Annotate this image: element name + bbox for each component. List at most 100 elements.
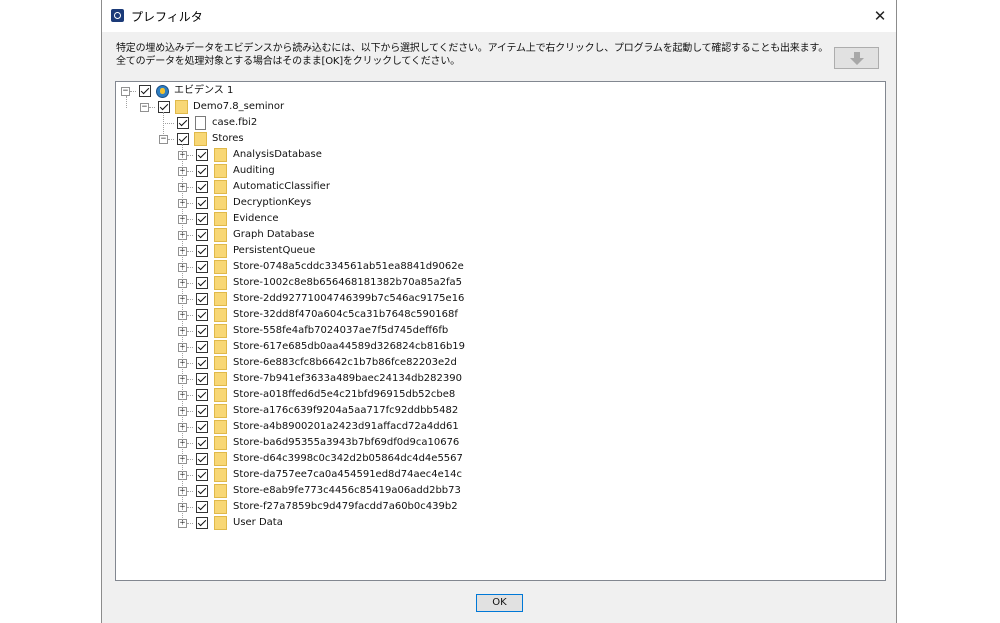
store-item-label: Store-ba6d95355a3943b7bf69df0d9ca10676: [233, 437, 460, 448]
store-item-label: AutomaticClassifier: [233, 181, 330, 192]
store-item-checkbox[interactable]: [196, 309, 208, 321]
tree-node-store-item[interactable]: + Store-6e883cfc8b6642c1b7b86fce82203e2d: [176, 355, 496, 371]
folder-icon: [214, 388, 227, 402]
store-item-checkbox[interactable]: [196, 165, 208, 177]
store-item-label: Auditing: [233, 165, 275, 176]
collapse-icon[interactable]: −: [121, 87, 130, 96]
store-item-checkbox[interactable]: [196, 229, 208, 241]
store-item-label: Graph Database: [233, 229, 315, 240]
store-item-checkbox[interactable]: [196, 325, 208, 337]
folder-icon: [214, 212, 227, 226]
prefilter-dialog: プレフィルタ ✕ 特定の埋め込みデータをエビデンスから読み込むには、以下から選択…: [101, 0, 897, 623]
collapse-icon[interactable]: −: [140, 103, 149, 112]
tree-node-store-item[interactable]: + DecryptionKeys: [176, 195, 496, 211]
tree-node-store-item[interactable]: + AnalysisDatabase: [176, 147, 496, 163]
tree-node-store-item[interactable]: + Store-1002c8e8b656468181382b70a85a2fa5: [176, 275, 496, 291]
store-item-checkbox[interactable]: [196, 213, 208, 225]
tree-node-case-file[interactable]: case.fbi2: [157, 115, 457, 131]
tree-node-store-item[interactable]: + Graph Database: [176, 227, 496, 243]
tree-node-store-item[interactable]: + Store-f27a7859bc9d479facdd7a60b0c439b2: [176, 499, 496, 515]
instructions: 特定の埋め込みデータをエビデンスから読み込むには、以下から選択してください。アイ…: [116, 42, 828, 68]
store-item-checkbox[interactable]: [196, 197, 208, 209]
folder-icon: [214, 500, 227, 514]
folder-icon: [214, 196, 227, 210]
folder-icon: [214, 484, 227, 498]
tree-node-store-item[interactable]: + Store-7b941ef3633a489baec24134db282390: [176, 371, 496, 387]
store-item-checkbox[interactable]: [196, 437, 208, 449]
tree-node-root[interactable]: − エビデンス 1: [119, 83, 419, 99]
tree-node-store-item[interactable]: + AutomaticClassifier: [176, 179, 496, 195]
store-item-checkbox[interactable]: [196, 261, 208, 273]
import-button[interactable]: [834, 47, 879, 69]
store-item-label: Store-d64c3998c0c342d2b05864dc4d4e5567: [233, 453, 463, 464]
store-item-checkbox[interactable]: [196, 405, 208, 417]
store-item-checkbox[interactable]: [196, 293, 208, 305]
folder-icon: [175, 100, 188, 114]
folder-icon: [214, 308, 227, 322]
tree-node-store-item[interactable]: + Store-e8ab9fe773c4456c85419a06add2bb73: [176, 483, 496, 499]
tree-node-store-item[interactable]: + Store-a018ffed6d5e4c21bfd96915db52cbe8: [176, 387, 496, 403]
store-item-checkbox[interactable]: [196, 517, 208, 529]
store-item-checkbox[interactable]: [196, 341, 208, 353]
folder-icon: [214, 452, 227, 466]
store-item-checkbox[interactable]: [196, 373, 208, 385]
tree-node-store-item[interactable]: + Store-a176c639f9204a5aa717fc92ddbb5482: [176, 403, 496, 419]
instruction-line-2: 全てのデータを処理対象とする場合はそのまま[OK]をクリックしてください。: [116, 56, 460, 67]
tree-node-store-item[interactable]: + Store-617e685db0aa44589d326824cb816b19: [176, 339, 496, 355]
tree-node-store-item[interactable]: + Evidence: [176, 211, 496, 227]
store-item-checkbox[interactable]: [196, 501, 208, 513]
store-item-label: PersistentQueue: [233, 245, 316, 256]
tree-node-store-item[interactable]: + User Data: [176, 515, 496, 531]
evidence-tree[interactable]: − エビデンス 1 − Demo7.8_seminor case.fbi2 −: [115, 81, 886, 581]
folder-icon: [214, 436, 227, 450]
stores-label: Stores: [212, 133, 244, 144]
folder-icon: [214, 228, 227, 242]
folder-icon: [214, 164, 227, 178]
store-item-checkbox[interactable]: [196, 181, 208, 193]
folder-icon: [214, 260, 227, 274]
tree-node-stores[interactable]: − Stores: [157, 131, 457, 147]
store-item-label: Store-6e883cfc8b6642c1b7b86fce82203e2d: [233, 357, 457, 368]
folder-icon: [214, 148, 227, 162]
instruction-line-1: 特定の埋め込みデータをエビデンスから読み込むには、以下から選択してください。アイ…: [116, 43, 828, 54]
tree-node-store-item[interactable]: + Store-558fe4afb7024037ae7f5d745deff6fb: [176, 323, 496, 339]
store-item-checkbox[interactable]: [196, 469, 208, 481]
store-item-checkbox[interactable]: [196, 421, 208, 433]
store-item-checkbox[interactable]: [196, 453, 208, 465]
ok-button[interactable]: OK: [476, 594, 523, 612]
store-item-label: Store-a4b8900201a2423d91affacd72a4dd61: [233, 421, 459, 432]
tree-node-case-folder[interactable]: − Demo7.8_seminor: [138, 99, 438, 115]
folder-icon: [214, 468, 227, 482]
root-checkbox[interactable]: [139, 85, 151, 97]
file-icon: [195, 116, 206, 130]
root-label: エビデンス 1: [174, 85, 234, 96]
store-item-label: Store-617e685db0aa44589d326824cb816b19: [233, 341, 466, 352]
close-icon: ✕: [873, 7, 887, 25]
store-item-checkbox[interactable]: [196, 389, 208, 401]
tree-node-store-item[interactable]: + Store-0748a5cddc334561ab51ea8841d9062e: [176, 259, 496, 275]
title-bar: プレフィルタ ✕: [102, 0, 896, 32]
store-item-label: Store-1002c8e8b656468181382b70a85a2fa5: [233, 277, 462, 288]
tree-node-store-item[interactable]: + Auditing: [176, 163, 496, 179]
tree-node-store-item[interactable]: + Store-ba6d95355a3943b7bf69df0d9ca10676: [176, 435, 496, 451]
store-item-label: Store-a176c639f9204a5aa717fc92ddbb5482: [233, 405, 459, 416]
close-button[interactable]: ✕: [864, 0, 896, 32]
store-item-checkbox[interactable]: [196, 277, 208, 289]
store-item-label: AnalysisDatabase: [233, 149, 322, 160]
store-item-label: Store-7b941ef3633a489baec24134db282390: [233, 373, 462, 384]
tree-node-store-item[interactable]: + Store-2dd92771004746399b7c546ac9175e16: [176, 291, 496, 307]
store-item-label: User Data: [233, 517, 283, 528]
tree-node-store-item[interactable]: + PersistentQueue: [176, 243, 496, 259]
tree-node-store-item[interactable]: + Store-a4b8900201a2423d91affacd72a4dd61: [176, 419, 496, 435]
store-item-checkbox[interactable]: [196, 485, 208, 497]
store-item-checkbox[interactable]: [196, 245, 208, 257]
store-item-checkbox[interactable]: [196, 357, 208, 369]
case-folder-checkbox[interactable]: [158, 101, 170, 113]
tree-node-store-item[interactable]: + Store-32dd8f470a604c5ca31b7648c590168f: [176, 307, 496, 323]
tree-node-store-item[interactable]: + Store-d64c3998c0c342d2b05864dc4d4e5567: [176, 451, 496, 467]
stores-checkbox[interactable]: [177, 133, 189, 145]
tree-node-store-item[interactable]: + Store-da757ee7ca0a454591ed8d74aec4e14c: [176, 467, 496, 483]
case-file-checkbox[interactable]: [177, 117, 189, 129]
collapse-icon[interactable]: −: [159, 135, 168, 144]
store-item-checkbox[interactable]: [196, 149, 208, 161]
